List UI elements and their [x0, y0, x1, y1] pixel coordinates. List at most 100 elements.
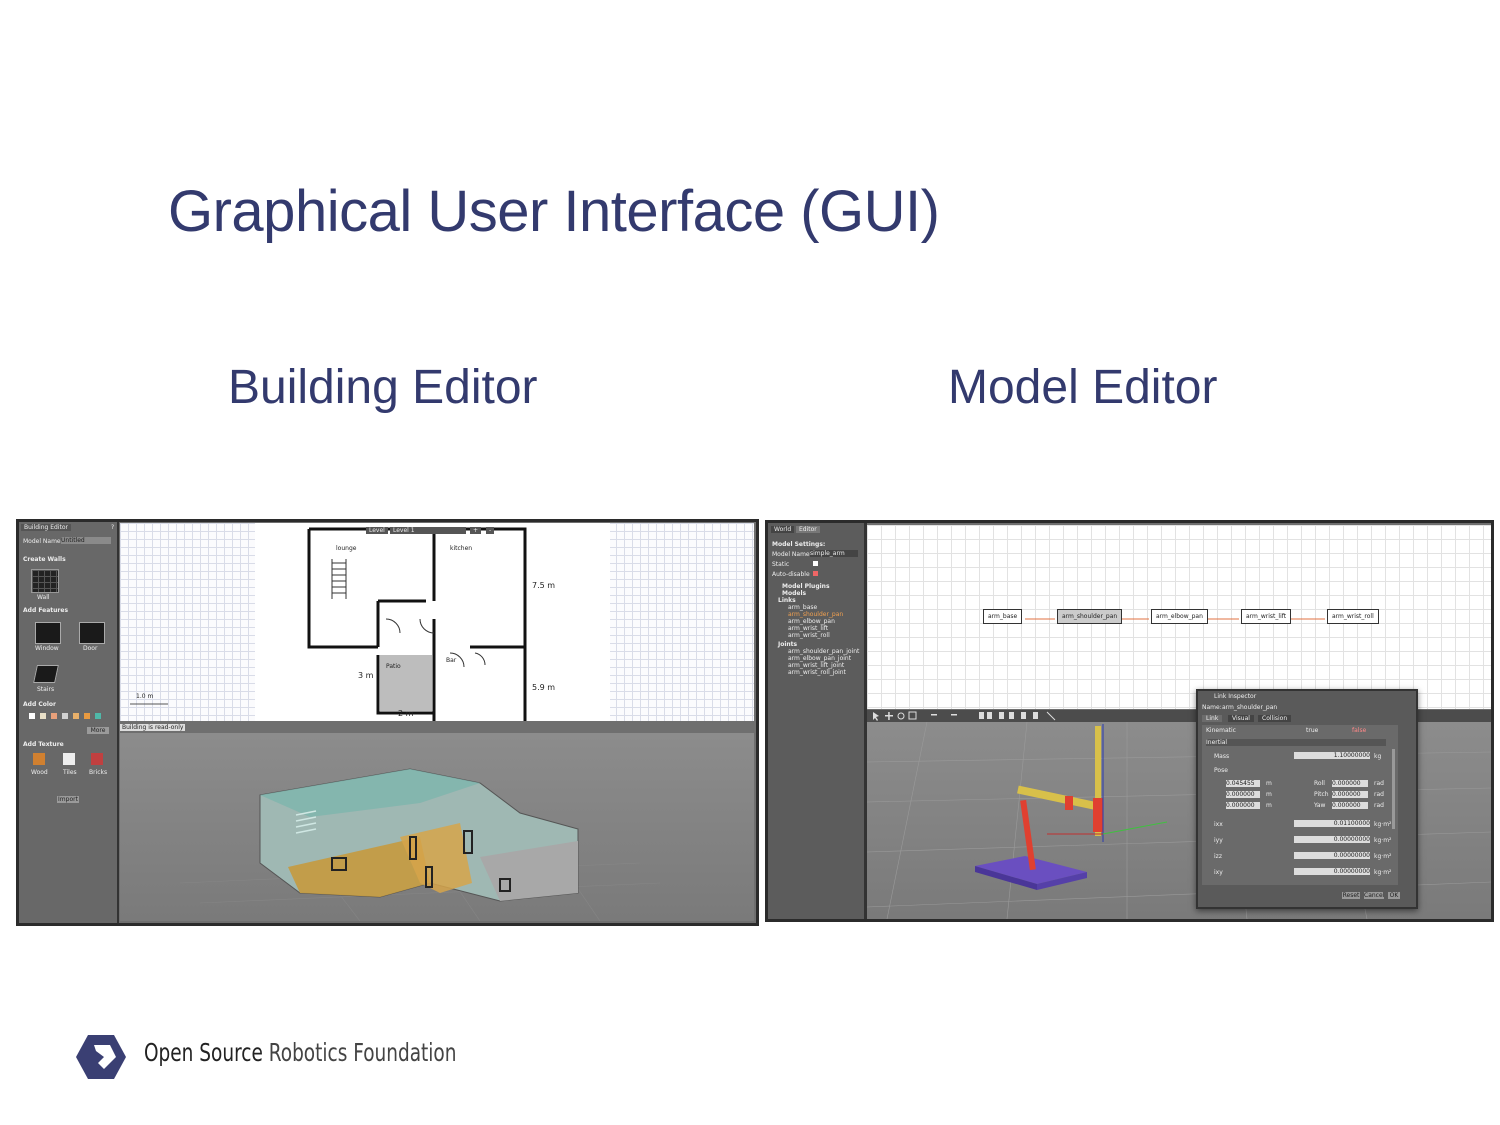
joint-item[interactable]: arm_wrist_lift_joint: [788, 662, 859, 669]
inspector-name-label: Name:: [1202, 704, 1222, 711]
color-swatch-grey[interactable]: [62, 713, 68, 719]
color-swatch-salmon[interactable]: [51, 713, 57, 719]
schematic-view[interactable]: arm_base arm_shoulder_pan arm_elbow_pan …: [867, 525, 1491, 709]
pose-x-input[interactable]: 0.045455: [1226, 780, 1260, 787]
pose-x-unit: m: [1266, 780, 1272, 787]
static-label: Static: [772, 561, 790, 568]
pose-z-input[interactable]: 0.000000: [1226, 802, 1260, 809]
kinematic-true-radio[interactable]: true: [1306, 727, 1318, 734]
mass-input[interactable]: 1.10000000: [1294, 752, 1370, 759]
tab-collision[interactable]: Collision: [1258, 715, 1292, 722]
link-item[interactable]: arm_wrist_roll: [788, 632, 843, 639]
ixx-unit: kg·m²: [1374, 821, 1392, 828]
level-select[interactable]: Level 1: [390, 527, 466, 534]
cancel-button[interactable]: Cancel: [1364, 892, 1384, 899]
tab-editor[interactable]: Editor: [796, 526, 820, 533]
joint-item[interactable]: arm_elbow_pan_joint: [788, 655, 859, 662]
color-swatch-white[interactable]: [29, 713, 35, 719]
tiles-texture-button[interactable]: [63, 753, 75, 765]
link-item[interactable]: arm_elbow_pan: [788, 618, 843, 625]
color-swatch-teal[interactable]: [95, 713, 101, 719]
yaw-unit: rad: [1374, 802, 1384, 809]
tab-world[interactable]: World: [771, 526, 795, 533]
window-tool-button[interactable]: [35, 622, 61, 644]
graph-node-arm-elbow-pan[interactable]: arm_elbow_pan: [1151, 609, 1208, 624]
add-texture-heading: Add Texture: [23, 741, 64, 748]
scale-bar-label: 1.0 m: [136, 693, 154, 700]
joint-item[interactable]: arm_wrist_roll_joint: [788, 669, 859, 676]
autodisable-checkbox[interactable]: [813, 571, 818, 576]
color-swatches: [29, 713, 113, 721]
pose-y-input[interactable]: 0.000000: [1226, 791, 1260, 798]
bricks-texture-button[interactable]: [91, 753, 103, 765]
tab-visual[interactable]: Visual: [1228, 715, 1254, 722]
yaw-input[interactable]: 0.000000: [1332, 802, 1368, 809]
toolbar-icons: [873, 711, 1056, 721]
pose-section[interactable]: Pose: [1214, 767, 1228, 774]
floor-plan-drawing: [130, 523, 610, 721]
ixx-input[interactable]: 0.01100000: [1294, 820, 1370, 827]
pitch-input[interactable]: 0.000000: [1332, 791, 1368, 798]
room-label-lounge: lounge: [336, 545, 357, 552]
osrf-wordmark: Open Source Robotics Foundation: [144, 1038, 456, 1067]
add-features-heading: Add Features: [23, 607, 69, 614]
dimension-label-bottom: 5.9 m: [532, 683, 556, 692]
roll-input[interactable]: 0.000000: [1332, 780, 1368, 787]
more-colors-button[interactable]: More: [87, 727, 109, 734]
static-checkbox[interactable]: [813, 561, 818, 566]
graph-node-arm-wrist-lift[interactable]: arm_wrist_lift: [1241, 609, 1292, 624]
ok-button[interactable]: OK: [1388, 892, 1400, 899]
osrf-wordmark-bold: Open Source: [144, 1038, 263, 1067]
izz-input[interactable]: 0.00000000: [1294, 852, 1370, 859]
color-swatch-tan[interactable]: [73, 713, 79, 719]
wall-tool-button[interactable]: [31, 569, 59, 593]
autodisable-label: Auto-disable: [772, 571, 810, 578]
graph-node-arm-wrist-roll[interactable]: arm_wrist_roll: [1327, 609, 1379, 624]
room-label-kitchen: kitchen: [450, 545, 473, 552]
floor-plan-2d[interactable]: Level Level 1 + - lounge kitchen Patio B…: [120, 523, 754, 721]
models-item[interactable]: Models: [782, 590, 806, 597]
remove-level-button[interactable]: -: [486, 527, 495, 534]
graph-node-arm-base[interactable]: arm_base: [983, 609, 1023, 624]
wood-texture-button[interactable]: [33, 753, 45, 765]
links-item[interactable]: Links: [778, 597, 796, 604]
model-name-field[interactable]: Untitled: [61, 537, 111, 544]
joints-list: arm_shoulder_pan_joint arm_elbow_pan_joi…: [788, 648, 859, 676]
iyy-input[interactable]: 0.00000000: [1294, 836, 1370, 843]
add-level-button[interactable]: +: [470, 527, 482, 534]
tab-link[interactable]: Link: [1202, 715, 1223, 722]
tab-building-editor[interactable]: Building Editor: [21, 524, 72, 531]
room-label-bar: Bar: [446, 657, 457, 664]
kinematic-false-radio[interactable]: false: [1352, 727, 1366, 734]
window-tool-label: Window: [35, 645, 59, 652]
import-button[interactable]: Import: [57, 796, 79, 803]
osrf-logo-icon: [76, 1035, 126, 1079]
pitch-label: Pitch: [1314, 791, 1329, 798]
izz-label: izz: [1214, 853, 1222, 860]
model-name-input[interactable]: simple_arm: [810, 550, 858, 557]
roll-unit: rad: [1374, 780, 1384, 787]
link-item[interactable]: arm_wrist_lift: [788, 625, 843, 632]
link-item[interactable]: arm_shoulder_pan: [788, 611, 843, 618]
door-tool-label: Door: [83, 645, 98, 652]
room-label-patio: Patio: [386, 663, 401, 670]
joint-item[interactable]: arm_shoulder_pan_joint: [788, 648, 859, 655]
door-tool-button[interactable]: [79, 622, 105, 644]
level-dropdown[interactable]: Level: [366, 527, 388, 534]
building-editor-screenshot: Building Editor ? Model Name: Untitled C…: [16, 519, 759, 926]
stairs-tool-button[interactable]: [33, 665, 59, 683]
link-item[interactable]: arm_base: [788, 604, 843, 611]
reset-button[interactable]: Reset: [1342, 892, 1360, 899]
inertial-section[interactable]: Inertial: [1206, 739, 1386, 746]
help-tab[interactable]: ?: [111, 524, 114, 531]
color-swatch-orange[interactable]: [84, 713, 90, 719]
model-editor-caption: Model Editor: [948, 361, 1218, 414]
graph-node-arm-shoulder-pan[interactable]: arm_shoulder_pan: [1057, 609, 1123, 624]
building-3d-view[interactable]: [120, 733, 754, 921]
joints-item[interactable]: Joints: [778, 641, 797, 648]
inspector-scrollbar[interactable]: [1392, 749, 1395, 829]
pose-y-unit: m: [1266, 791, 1272, 798]
color-swatch-cream[interactable]: [40, 713, 46, 719]
ixy-input[interactable]: 0.00000000: [1294, 868, 1370, 875]
model-plugins-item[interactable]: Model Plugins: [782, 583, 830, 590]
